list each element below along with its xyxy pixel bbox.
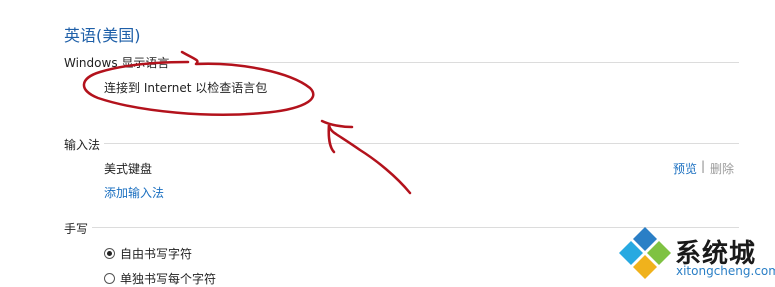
- annotation-arrow: [320, 119, 412, 195]
- handwriting-divider: [92, 227, 739, 228]
- radio-freeform-label[interactable]: 自由书写字符: [120, 245, 192, 262]
- input-method-divider: [104, 143, 739, 144]
- keyboard-name: 美式键盘: [104, 162, 153, 176]
- link-separator: |: [701, 159, 706, 173]
- display-language-heading: Windows 显示语言: [64, 56, 170, 70]
- radio-single-char[interactable]: [104, 273, 115, 284]
- watermark-url: xitongcheng.com: [676, 264, 775, 278]
- handwriting-heading: 手写: [64, 222, 89, 236]
- preview-link[interactable]: 预览: [673, 160, 697, 177]
- display-language-divider: [198, 62, 739, 63]
- radio-freeform[interactable]: [104, 248, 115, 259]
- input-method-heading: 输入法: [64, 138, 101, 152]
- display-language-status: 连接到 Internet 以检查语言包: [104, 81, 268, 95]
- add-input-method-link[interactable]: 添加输入法: [104, 184, 164, 201]
- delete-link[interactable]: 删除: [710, 160, 734, 177]
- radio-single-char-label[interactable]: 单独书写每个字符: [120, 270, 216, 287]
- page-title: 英语(美国): [64, 26, 141, 45]
